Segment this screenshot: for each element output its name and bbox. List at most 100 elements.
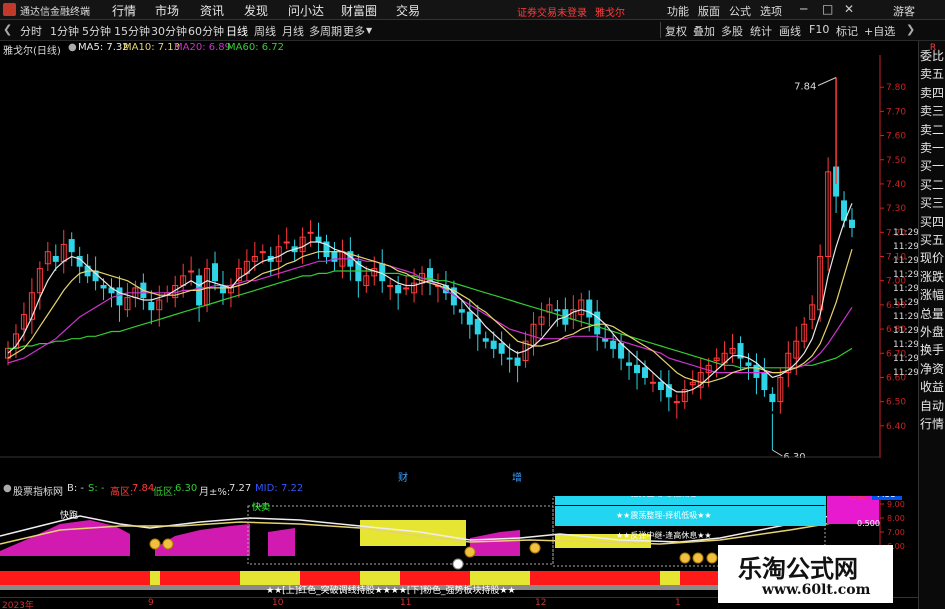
candlestick-chart[interactable]: 7.807.707.607.507.407.307.207.107.006.90… xyxy=(0,55,918,458)
title-bar: 通达信金融终端 行情 市场 资讯 发现 问小达 财富圈 交易 证券交易未登录 雅… xyxy=(0,0,945,20)
candle-body xyxy=(466,311,473,325)
tab-1min[interactable]: 1分钟 xyxy=(50,23,79,39)
candle-body xyxy=(657,381,664,391)
menu-gongshi[interactable]: 公式 xyxy=(729,3,751,19)
side-field-20[interactable]: 行情 xyxy=(920,417,945,432)
price-tick-label: 7.60 xyxy=(886,132,906,142)
menu-gongneng[interactable]: 功能 xyxy=(667,3,689,19)
side-field-10[interactable]: 买五 xyxy=(920,233,945,248)
window-minimize-icon[interactable]: ─ xyxy=(800,2,807,16)
box-line-1: ★★强势区域-急拉减仓★★ xyxy=(616,496,712,498)
tab-30min[interactable]: 30分钟 xyxy=(151,23,187,39)
tab-zhouxian[interactable]: 周线 xyxy=(254,23,276,39)
menu-caifuquan[interactable]: 财富圈 xyxy=(341,2,377,19)
candle-body xyxy=(498,343,505,354)
side-field-12[interactable]: 涨跌 xyxy=(920,270,945,285)
tab-5min[interactable]: 5分钟 xyxy=(82,23,111,39)
date-label-9: 9 xyxy=(148,598,154,608)
date-label-12: 12 xyxy=(535,598,547,608)
app-title: 通达信金融终端 xyxy=(20,7,90,18)
period-toolbar: ❮ 分时 1分钟 5分钟 15分钟 30分钟 60分钟 日线 周线 月线 多周期… xyxy=(0,20,945,41)
candle-body xyxy=(100,285,107,289)
menu-jiaoyi[interactable]: 交易 xyxy=(396,2,420,19)
menu-hangqing[interactable]: 行情 xyxy=(112,2,136,19)
btn-huaxian[interactable]: 画线 xyxy=(779,23,801,39)
signal-bar-red xyxy=(530,571,660,585)
side-field-2[interactable]: 卖四 xyxy=(920,86,945,101)
btn-tongji[interactable]: 统计 xyxy=(750,23,772,39)
side-field-9[interactable]: 买四 xyxy=(920,215,945,230)
btn-diejia[interactable]: 叠加 xyxy=(693,23,715,39)
label-kuaimai: 快卖 xyxy=(252,501,270,513)
side-field-14[interactable]: 总量 xyxy=(920,307,945,322)
side-field-6[interactable]: 买一 xyxy=(920,159,945,174)
side-field-5[interactable]: 卖一 xyxy=(920,141,945,156)
side-field-16[interactable]: 换手 xyxy=(920,343,945,358)
tab-duozhouqi[interactable]: 多周期 xyxy=(309,23,342,39)
more-chevron-icon[interactable]: ▼ xyxy=(366,26,372,35)
menu-shichang[interactable]: 市场 xyxy=(155,2,179,19)
side-field-0[interactable]: 委比 xyxy=(920,49,945,64)
trade-login-status[interactable]: 证券交易未登录 xyxy=(517,4,587,19)
guest-login[interactable]: 游客 xyxy=(893,3,915,19)
menu-faxian[interactable]: 发现 xyxy=(244,2,268,19)
btn-zixuan[interactable]: +自选 xyxy=(864,23,895,39)
btn-duogu[interactable]: 多股 xyxy=(721,23,743,39)
side-field-3[interactable]: 卖三 xyxy=(920,104,945,119)
tab-15min[interactable]: 15分钟 xyxy=(114,23,150,39)
window-close-icon[interactable]: ✕ xyxy=(844,2,854,16)
candle-body xyxy=(610,340,617,349)
side-field-8[interactable]: 买三 xyxy=(920,196,945,211)
tab-60min[interactable]: 60分钟 xyxy=(188,23,224,39)
time-label: 11:29 xyxy=(893,326,918,336)
indicator-tick-label: 9.00 xyxy=(887,500,905,509)
side-field-18[interactable]: 收益 xyxy=(920,380,945,395)
indicator-tick-label: 8.00 xyxy=(887,514,905,523)
coin-icon xyxy=(162,538,174,550)
indicator-low-zone-value: 6.30 xyxy=(175,483,198,494)
tab-gengduo[interactable]: 更多 xyxy=(343,23,365,39)
btn-f10[interactable]: F10 xyxy=(809,23,829,36)
tab-fenshi[interactable]: 分时 xyxy=(20,23,42,39)
candle-body xyxy=(649,381,656,384)
btn-biaoji[interactable]: 标记 xyxy=(836,23,858,39)
indicator-dot-icon[interactable]: ● xyxy=(3,483,12,494)
date-label-10: 10 xyxy=(272,598,284,608)
side-field-13[interactable]: 涨幅 xyxy=(920,288,945,303)
time-label: 11:29 xyxy=(893,284,918,294)
watermark-overlay: 乐淘公式网 www.60lt.com xyxy=(718,545,893,603)
btn-fuquan[interactable]: 复权 xyxy=(665,23,687,39)
menu-banmian[interactable]: 版面 xyxy=(698,3,720,19)
indicator-mid-label: MID: xyxy=(255,483,278,494)
toolbar-arrow-icon[interactable]: ❮ xyxy=(3,23,12,36)
side-field-7[interactable]: 买二 xyxy=(920,178,945,193)
toolbar-forward-icon[interactable]: ❯ xyxy=(906,23,915,36)
price-tag: 7.55 xyxy=(876,496,896,500)
date-label-1: 1 xyxy=(675,598,681,608)
menu-xuanxiang[interactable]: 选项 xyxy=(760,3,782,19)
window-maximize-icon[interactable]: □ xyxy=(822,2,833,16)
time-label: 11:29 xyxy=(893,228,918,238)
candle-body xyxy=(474,318,481,335)
magenta-area xyxy=(268,528,295,556)
menu-wenxiaoda[interactable]: 问小达 xyxy=(288,2,324,19)
time-label: 11:29 xyxy=(893,312,918,322)
candle-body xyxy=(379,263,386,282)
side-field-19[interactable]: 自动 xyxy=(920,399,945,414)
date-label-11: 11 xyxy=(400,598,412,608)
candle-body xyxy=(753,364,760,378)
side-field-17[interactable]: 净资 xyxy=(920,362,945,377)
ma20-label: MA20: 6.89 xyxy=(174,42,232,53)
settings-dot-icon[interactable]: ● xyxy=(68,42,77,53)
side-field-11[interactable]: 现价 xyxy=(920,251,945,266)
candle-body xyxy=(403,287,410,290)
time-label: 11:29 xyxy=(893,340,918,350)
side-field-15[interactable]: 外盘 xyxy=(920,325,945,340)
side-field-1[interactable]: 卖五 xyxy=(920,67,945,82)
candle-body xyxy=(634,364,641,374)
tab-yuexian[interactable]: 月线 xyxy=(282,23,304,39)
signal-bar-red xyxy=(680,571,720,585)
side-field-4[interactable]: 卖二 xyxy=(920,123,945,138)
tab-rixian[interactable]: 日线 xyxy=(226,23,248,39)
menu-zixun[interactable]: 资讯 xyxy=(200,2,224,19)
